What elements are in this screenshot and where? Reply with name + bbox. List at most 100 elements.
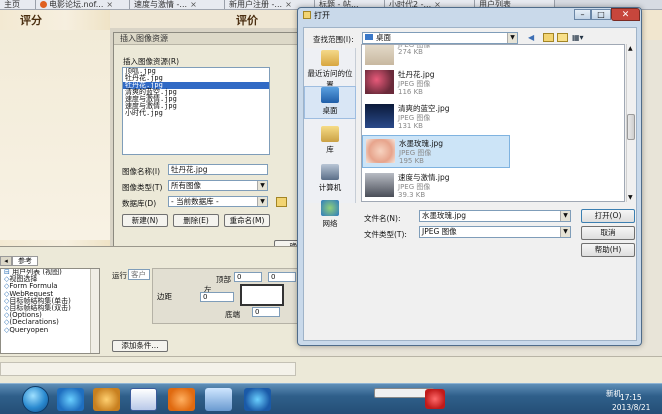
- media-icon[interactable]: [93, 388, 120, 411]
- file-item[interactable]: 牡丹花.jpg JPEG 图像 116 KB: [362, 67, 510, 100]
- bottom-input[interactable]: 0: [252, 307, 280, 317]
- chevron-down-icon[interactable]: ▼: [560, 227, 570, 237]
- tab-fast-furious[interactable]: 速度与激情 -... ×: [130, 0, 225, 9]
- desktop-icon: [365, 34, 373, 40]
- file-item-selected[interactable]: 水墨玫瑰.jpg JPEG 图像 195 KB: [362, 135, 510, 168]
- view-menu-icon[interactable]: ▦▾: [572, 33, 589, 43]
- lookin-select[interactable]: 桌面 ▼: [362, 32, 518, 44]
- left-input[interactable]: 0: [200, 292, 234, 302]
- run-label: 运行: [112, 271, 127, 280]
- margin-label: 边距: [157, 292, 172, 301]
- folder-icon[interactable]: [276, 197, 287, 207]
- open-button[interactable]: 打开(O): [581, 209, 635, 223]
- file-item[interactable]: 速度与激情.jpg JPEG 图像 39.3 KB: [362, 170, 510, 201]
- computer-icon: [321, 164, 339, 180]
- taskbar: 新机 17:15 2013/8/21: [0, 383, 662, 414]
- window-icon[interactable]: [205, 388, 232, 411]
- image-resource-list[interactable]: 顶呱.jpg 牡丹花.jpg 牡丹花.jpg 清爽的蓝空.jpg 速度与激情.j…: [122, 67, 270, 155]
- chevron-down-icon[interactable]: ▼: [507, 33, 517, 43]
- place-network[interactable]: 网络: [304, 200, 356, 229]
- tab-reference[interactable]: 参考: [12, 256, 38, 266]
- desktop-icon: [321, 87, 339, 103]
- close-icon[interactable]: ×: [190, 0, 197, 9]
- filetype-select[interactable]: JPEG 图像 ▼: [419, 226, 571, 238]
- chevron-up-icon[interactable]: ▲: [628, 45, 633, 52]
- tab-movie-forum[interactable]: 电影论坛.nof... ×: [36, 0, 130, 9]
- image-type-select[interactable]: 所有图像 ▼: [168, 180, 268, 191]
- new-button[interactable]: 新建(N): [122, 214, 168, 227]
- image-name-input[interactable]: 牡丹花.jpg: [168, 164, 268, 175]
- object-tree[interactable]: ⊟ 用户列表 (视图) ◇视图选择 ◇Form Formula ◇WebRequ…: [0, 268, 100, 354]
- close-icon[interactable]: ×: [285, 0, 292, 9]
- tab-home[interactable]: 主页: [0, 0, 36, 9]
- delete-button[interactable]: 删除(E): [173, 214, 219, 227]
- tab-site-icon: [40, 1, 47, 8]
- database-label: 数据库(D): [122, 199, 157, 208]
- image-type-label: 图像类型(T): [122, 183, 163, 192]
- word-icon[interactable]: [130, 388, 157, 411]
- maximize-button[interactable]: □: [591, 9, 611, 20]
- page-heading-review: 评价: [236, 14, 258, 27]
- back-icon[interactable]: ◀: [528, 33, 534, 42]
- library-icon: [321, 126, 339, 142]
- list-item[interactable]: 小时代.jpg: [123, 110, 269, 117]
- close-icon[interactable]: ×: [106, 0, 113, 9]
- dialog-title: 插入图像资源: [114, 33, 298, 45]
- filetype-label: 文件类型(T):: [364, 230, 407, 239]
- places-bar: 最近访问的位置 桌面 库 计算机 网络: [304, 48, 356, 228]
- place-computer[interactable]: 计算机: [304, 164, 356, 193]
- minimize-button[interactable]: –: [574, 9, 591, 20]
- folder-icon: [303, 11, 311, 19]
- tree-item[interactable]: ◇Queryopen: [1, 326, 99, 334]
- dialog-title: 打开: [314, 11, 330, 20]
- page-heading-score: 评分: [20, 14, 42, 27]
- run-input[interactable]: 客户: [128, 269, 150, 280]
- chevron-down-icon[interactable]: ▼: [560, 211, 570, 221]
- up-folder-icon[interactable]: [543, 33, 554, 42]
- place-recent[interactable]: 最近访问的位置: [304, 50, 356, 90]
- page-left-column: [0, 30, 110, 240]
- filename-input[interactable]: 水墨玫瑰.jpg ▼: [419, 210, 571, 222]
- margin-preview-box: [240, 284, 284, 306]
- page-background-mid: [110, 10, 300, 30]
- clock-time[interactable]: 17:15: [620, 393, 642, 402]
- top-input[interactable]: 0: [234, 272, 262, 282]
- chevron-down-icon[interactable]: ▼: [257, 181, 267, 190]
- help-button[interactable]: 帮助(H): [581, 243, 635, 257]
- tree-scrollbar[interactable]: [90, 269, 99, 353]
- ie-icon[interactable]: [57, 388, 84, 411]
- recent-places-icon: [321, 50, 339, 66]
- database-select[interactable]: - 当前数据库 - ▼: [168, 196, 268, 207]
- chevron-down-icon[interactable]: ▼: [257, 197, 267, 206]
- place-desktop[interactable]: 桌面: [304, 86, 356, 119]
- start-button[interactable]: [22, 386, 49, 413]
- place-library[interactable]: 库: [304, 126, 356, 155]
- clock-date[interactable]: 2013/8/21: [612, 403, 650, 412]
- lookin-label: 查找范围(I):: [313, 35, 354, 44]
- top-label: 顶部: [216, 275, 231, 284]
- image-thumbnail: [365, 104, 394, 128]
- new-folder-icon[interactable]: [557, 33, 568, 42]
- file-list[interactable]: JPEG 图像 274 KB 牡丹花.jpg JPEG 图像 116 KB 清爽…: [361, 44, 625, 202]
- close-button[interactable]: ✕: [611, 8, 640, 21]
- cancel-button[interactable]: 取消: [581, 226, 635, 240]
- security-icon[interactable]: [425, 389, 445, 409]
- image-source-label: 插入图像资源(R): [123, 57, 180, 66]
- notes-icon[interactable]: [168, 388, 195, 411]
- rename-button[interactable]: 重命名(M): [224, 214, 270, 227]
- expand-icon[interactable]: ◂: [0, 256, 12, 266]
- chevron-down-icon[interactable]: ▼: [628, 194, 633, 201]
- language-indicator[interactable]: 新机: [606, 388, 621, 399]
- image-thumbnail: [365, 173, 394, 197]
- top-input-2[interactable]: 0: [268, 272, 296, 282]
- app-icon[interactable]: [244, 388, 271, 411]
- network-icon: [321, 200, 339, 216]
- image-thumbnail: [365, 45, 394, 65]
- file-item[interactable]: 清爽的蓝空.jpg JPEG 图像 131 KB: [362, 101, 510, 134]
- image-name-label: 图像名称(I): [122, 167, 161, 176]
- scrollbar-thumb[interactable]: [627, 114, 635, 140]
- add-condition-button[interactable]: 添加条件...: [112, 340, 168, 352]
- horizontal-scrollbar[interactable]: [0, 362, 296, 376]
- filename-label: 文件名(N):: [364, 214, 401, 223]
- bottom-label: 底端: [225, 310, 240, 319]
